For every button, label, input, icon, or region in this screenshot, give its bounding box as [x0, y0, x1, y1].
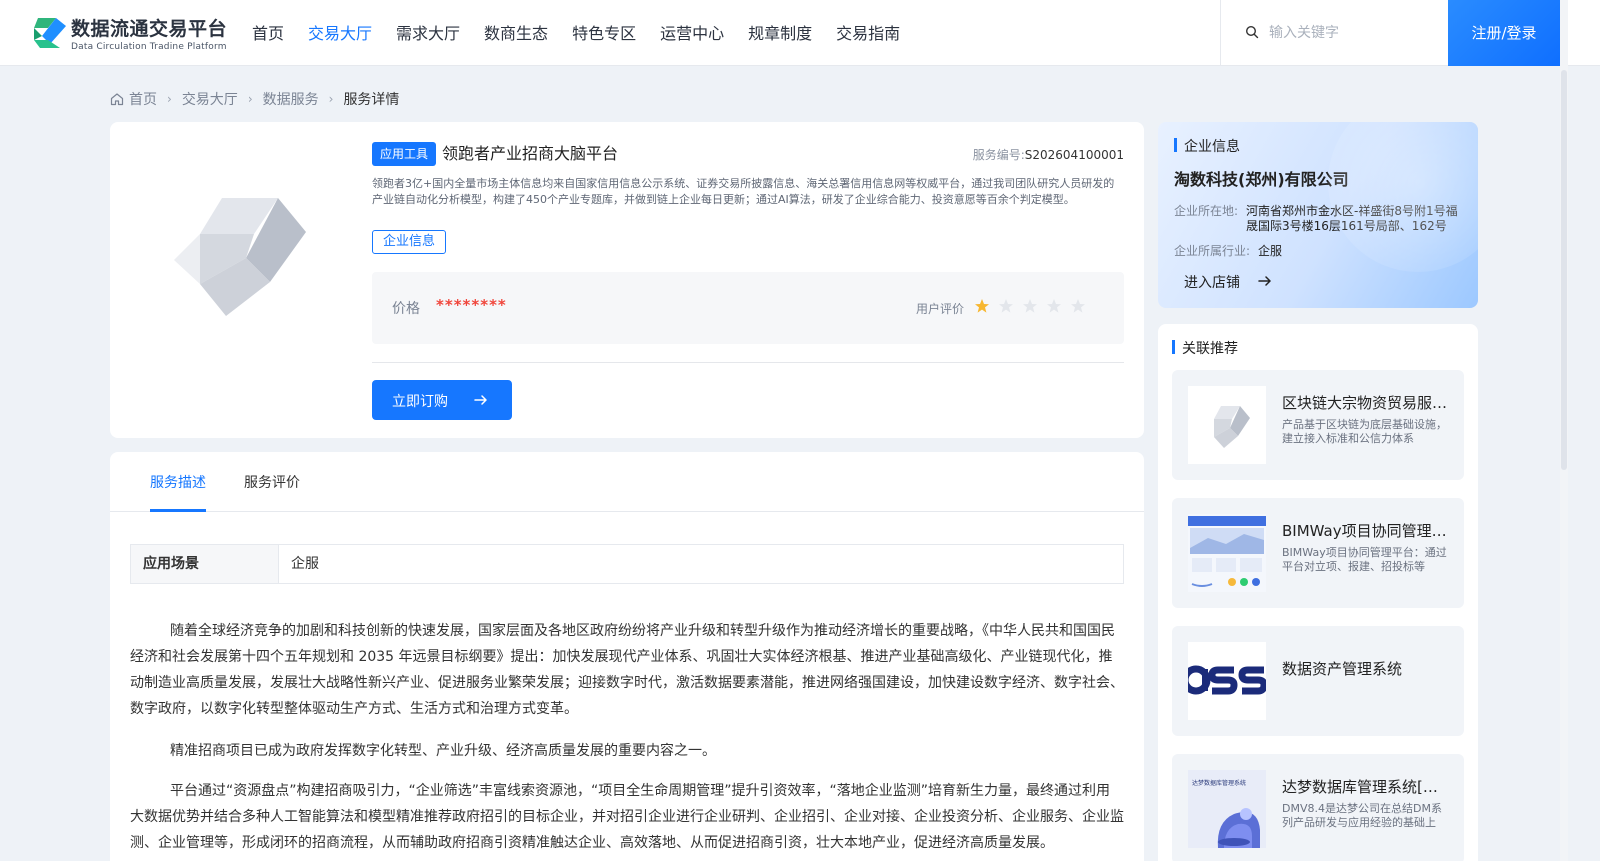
recommend-thumbnail: 达梦数据库管理系统 [1188, 770, 1266, 848]
rating-stars [974, 298, 1094, 314]
dashboard-screenshot-image [1188, 514, 1266, 592]
recommend-description: BIMWay项目协同管理平台：通过平台对立项、报建、招投标等 [1282, 546, 1447, 573]
recommend-title: BIMWay项目协同管理平台 [1282, 522, 1448, 540]
price-label: 价格 [392, 301, 420, 317]
star-icon [999, 299, 1013, 313]
nav-regulations[interactable]: 规章制度 [748, 0, 812, 66]
industry-label: 企业所属行业: [1174, 244, 1251, 258]
service-number-label: 服务编号: [972, 148, 1025, 162]
price-box: 价格 ******** 用户评价 [372, 272, 1124, 344]
company-name: 淘数科技(郑州)有限公司 [1174, 170, 1349, 189]
company-industry-row: 企业所属行业: 企服 [1174, 244, 1282, 260]
breadcrumb-data-service[interactable]: 数据服务 [263, 89, 319, 109]
top-header: 数据流通交易平台 Data Circulation Tradine Platfo… [0, 0, 1600, 66]
recommend-thumbnail [1188, 642, 1266, 720]
tab-service-description[interactable]: 服务描述 [150, 472, 206, 492]
description-paragraph: 随着全球经济竞争的加剧和科技创新的快速发展，国家层面及各地区政府纷纷将产业升级和… [130, 623, 1124, 717]
description-paragraph: 平台通过“资源盘点”构建招商吸引力，“企业筛选”丰富线索资源池，“项目全生命周期… [130, 783, 1124, 851]
arrow-right-icon [474, 395, 487, 405]
tab-service-review[interactable]: 服务评价 [244, 472, 300, 492]
main-nav: 首页 交易大厅 需求大厅 数商生态 特色专区 运营中心 规章制度 交易指南 [252, 0, 924, 66]
scrollbar-thumb[interactable] [1561, 70, 1567, 470]
subscribe-label: 立即订购 [392, 394, 448, 410]
recommend-title: 区块链大宗物资贸易服务平台 [1282, 394, 1448, 412]
address-label: 企业所在地: [1174, 204, 1239, 218]
chevron-right-icon: › [167, 92, 172, 106]
search-icon[interactable] [1245, 25, 1259, 39]
star-icon [1071, 299, 1085, 313]
logo-icon [34, 18, 66, 48]
wordmark-logo-image [1188, 642, 1266, 720]
recommend-item[interactable]: 区块链大宗物资贸易服务平台 产品基于区块链为底层基础设施，建立接入标准和公信力体… [1172, 370, 1464, 480]
detail-tabs: 服务描述 服务评价 [110, 452, 1144, 512]
nav-ecosystem[interactable]: 数商生态 [484, 0, 548, 66]
chevron-right-icon: › [328, 92, 334, 106]
product-title: 领跑者产业招商大脑平台 [442, 144, 619, 163]
company-section-title: 企业信息 [1174, 136, 1240, 156]
nav-trading-hall[interactable]: 交易大厅 [308, 0, 372, 66]
recommend-title: 达梦数据库管理系统[DM8] [1282, 778, 1448, 796]
arrow-right-icon [1258, 276, 1271, 286]
recommend-title: 数据资产管理系统 [1282, 660, 1403, 678]
product-placeholder-icon [1214, 406, 1250, 448]
industry-value: 企服 [1258, 244, 1283, 258]
site-logo[interactable]: 数据流通交易平台 Data Circulation Tradine Platfo… [30, 14, 230, 56]
company-address-row: 企业所在地: 河南省郑州市金水区-祥盛街8号附1号福晟国际3号楼16层161号局… [1174, 204, 1458, 236]
scene-label: 应用场景 [131, 545, 279, 583]
enter-shop-link[interactable]: 进入店铺 [1184, 272, 1240, 292]
logo-subtitle: Data Circulation Tradine Platform [71, 42, 227, 52]
recommend-description: DMV8.4是达梦公司在总结DM系列产品研发与应用经验的基础上 [1282, 802, 1442, 829]
recommend-item[interactable]: 达梦数据库管理系统 达梦数据库管理系统[DM8] DMV8.4是达梦公司在总结D… [1172, 754, 1464, 861]
service-detail-panel: 服务描述 服务评价 应用场景 企服 随着全球经济竞争的加剧和科技创新的快速发展，… [110, 452, 1144, 861]
company-info-button[interactable]: 企业信息 [372, 230, 447, 254]
service-number: 服务编号:S202604100001 [973, 146, 1124, 163]
active-tab-indicator [150, 509, 206, 512]
recommend-section-title: 关联推荐 [1172, 338, 1238, 358]
login-register-button[interactable]: 注册/登录 [1448, 0, 1560, 66]
breadcrumb: 首页 › 交易大厅 › 数据服务 › 服务详情 [110, 88, 399, 110]
service-number-value: S202604100001 [1024, 148, 1124, 162]
search-input[interactable] [1269, 20, 1439, 46]
chevron-right-icon: › [247, 92, 253, 106]
nav-home[interactable]: 首页 [252, 0, 284, 66]
product-description: 领跑者3亿+国内全量市场主体信息均来自国家信用信息公示系统、证券交易所披露信息、… [372, 177, 1115, 206]
related-recommendations: 关联推荐 区块链大宗物资贸易服务平台 产品基于区块链为底层基础设施，建立接入标准… [1158, 324, 1478, 861]
company-info-card: 企业信息 淘数科技(郑州)有限公司 企业所在地: 河南省郑州市金水区-祥盛街8号… [1158, 122, 1478, 308]
scene-value: 企服 [291, 556, 319, 572]
subscribe-button[interactable]: 立即订购 [372, 380, 512, 420]
nav-guide[interactable]: 交易指南 [836, 0, 900, 66]
application-scene-row: 应用场景 企服 [130, 544, 1124, 584]
recommend-item[interactable]: 数据资产管理系统 [1172, 626, 1464, 736]
box-caption: 达梦数据库管理系统 [1192, 780, 1247, 787]
search-box [1220, 0, 1448, 66]
recommend-description: 产品基于区块链为底层基础设施，建立接入标准和公信力体系 [1282, 418, 1447, 445]
breadcrumb-trading-hall[interactable]: 交易大厅 [182, 89, 238, 109]
category-tag: 应用工具 [372, 142, 437, 166]
recommend-thumbnail [1188, 386, 1266, 464]
recommend-item[interactable]: BIMWay项目协同管理平台 BIMWay项目协同管理平台：通过平台对立项、报建… [1172, 498, 1464, 608]
nav-operations[interactable]: 运营中心 [660, 0, 724, 66]
product-placeholder-image [174, 198, 306, 316]
nav-special-zone[interactable]: 特色专区 [572, 0, 636, 66]
breadcrumb-current: 服务详情 [343, 92, 400, 108]
address-value: 河南省郑州市金水区-祥盛街8号附1号福晟国际3号楼16层161号局部、162号 [1246, 204, 1458, 233]
product-card: 应用工具 领跑者产业招商大脑平台 服务编号:S202604100001 领跑者3… [110, 122, 1144, 438]
description-paragraph: 精准招商项目已成为政府发挥数字化转型、产业升级、经济高质量发展的重要内容之一。 [170, 743, 716, 759]
home-icon [110, 93, 124, 106]
rating-label: 用户评价 [916, 302, 965, 316]
divider [372, 362, 1124, 363]
star-icon [1023, 299, 1037, 313]
nav-demand-hall[interactable]: 需求大厅 [396, 0, 460, 66]
recommend-thumbnail [1188, 514, 1266, 592]
logo-title: 数据流通交易平台 [71, 18, 228, 40]
breadcrumb-home[interactable]: 首页 [129, 89, 157, 109]
star-icon [1047, 299, 1061, 313]
price-value: ******** [436, 296, 507, 314]
star-icon [975, 299, 989, 313]
